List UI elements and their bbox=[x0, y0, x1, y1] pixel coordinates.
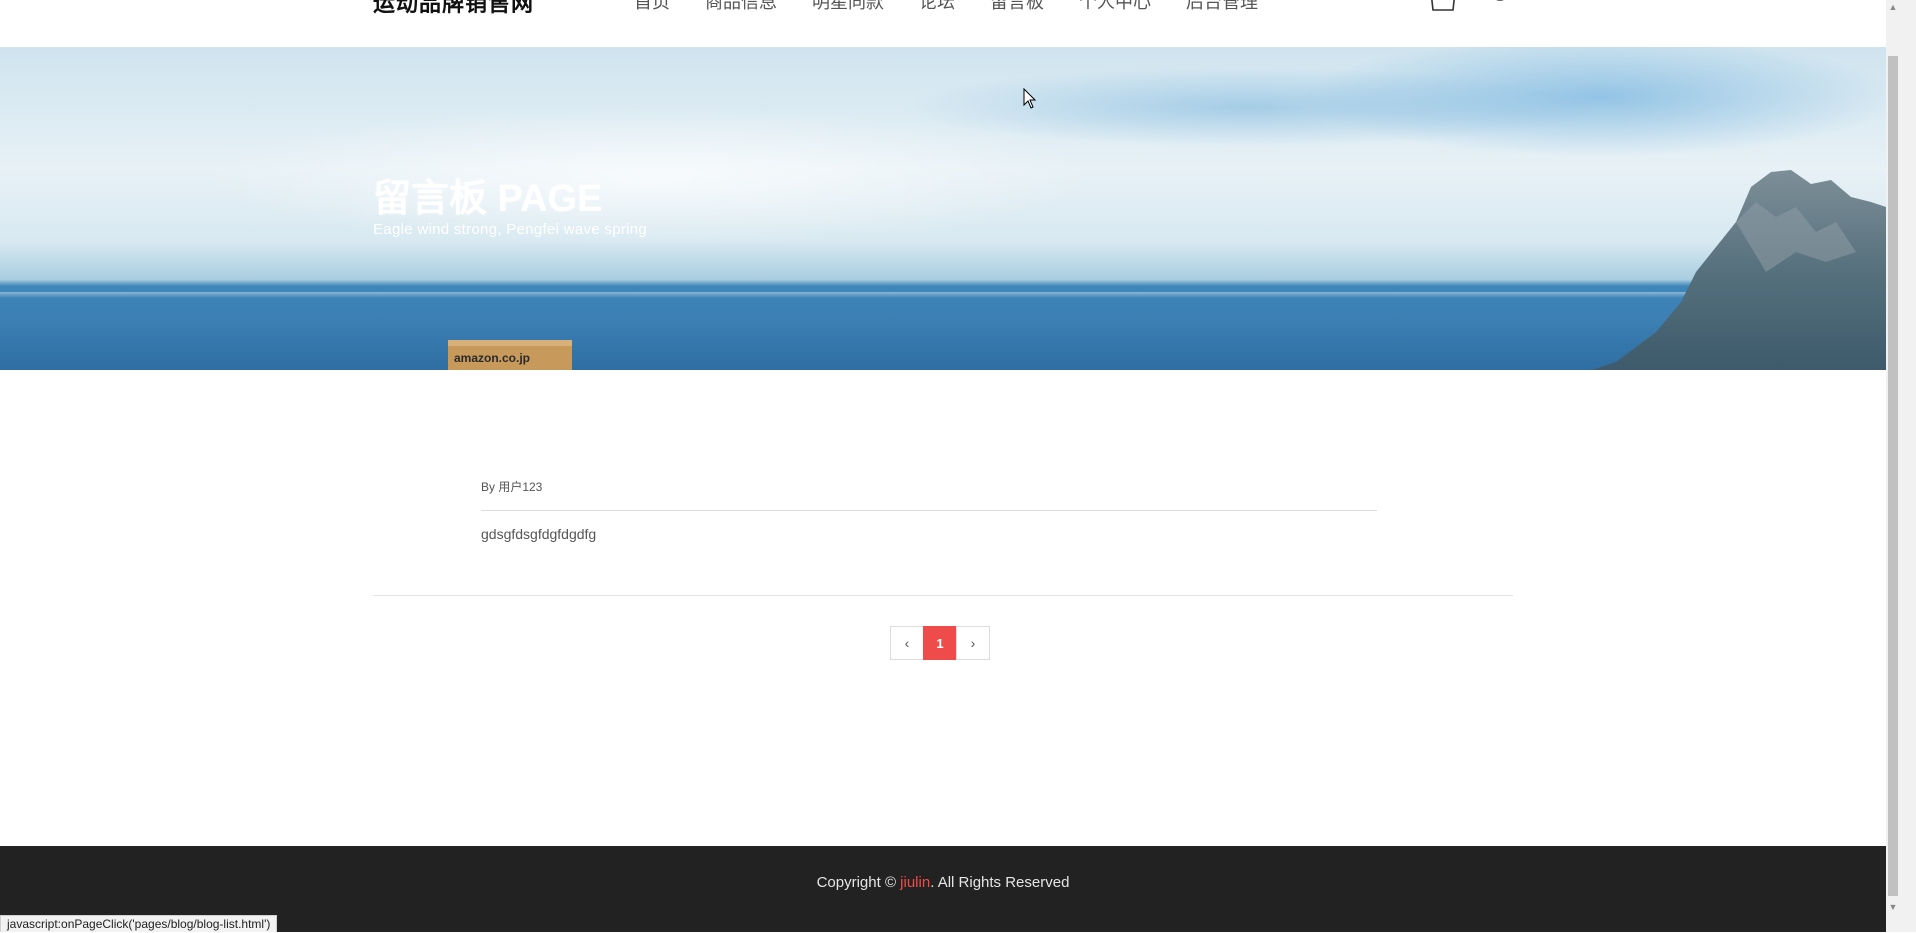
section-divider bbox=[373, 595, 1513, 596]
post-author: By 用户123 bbox=[481, 480, 543, 494]
post-divider bbox=[481, 510, 1377, 511]
main-nav: 首页 商品信息 明星同款 论坛 留言板 个人中心 后台管理 bbox=[634, 0, 1293, 14]
user-icon[interactable] bbox=[1490, 0, 1510, 13]
hero-banner: amazon.co.jp 留言板 PAGE Eagle wind strong,… bbox=[0, 47, 1886, 370]
nav-item-message-board[interactable]: 留言板 bbox=[990, 0, 1044, 14]
nav-item-products[interactable]: 商品信息 bbox=[705, 0, 777, 14]
copyright-brand-link[interactable]: jiulin bbox=[900, 874, 930, 891]
pagination: ‹ 1 › bbox=[890, 626, 990, 660]
nav-item-admin[interactable]: 后台管理 bbox=[1186, 0, 1258, 14]
site-header: 运动品牌销售网 首页 商品信息 明星同款 论坛 留言板 个人中心 后台管理 bbox=[0, 0, 1886, 47]
scroll-down-arrow-icon[interactable]: ▼ bbox=[1888, 902, 1898, 912]
site-logo[interactable]: 运动品牌销售网 bbox=[373, 0, 534, 18]
hero-mountain-image bbox=[1592, 170, 1886, 370]
page-title: 留言板 PAGE bbox=[373, 178, 603, 220]
nav-item-personal-center[interactable]: 个人中心 bbox=[1079, 0, 1151, 14]
browser-status-bar: javascript:onPageClick('pages/blog/blog-… bbox=[0, 915, 278, 932]
copyright-text: Copyright © jiulin. All Rights Reserved bbox=[0, 874, 1886, 891]
pagination-page-1[interactable]: 1 bbox=[923, 626, 957, 660]
cart-icon[interactable] bbox=[1428, 0, 1458, 17]
pagination-prev-button[interactable]: ‹ bbox=[890, 626, 924, 660]
post-content: gdsgfdsgfdgfdgdfg bbox=[481, 526, 597, 542]
page-scrollbar[interactable]: ▲ ▼ bbox=[1886, 0, 1916, 932]
nav-item-home[interactable]: 首页 bbox=[634, 0, 670, 14]
scroll-up-arrow-icon[interactable]: ▲ bbox=[1888, 2, 1898, 12]
copyright-suffix: . All Rights Reserved bbox=[930, 874, 1070, 891]
nav-item-celebrity-style[interactable]: 明星同款 bbox=[812, 0, 884, 14]
mouse-cursor-icon bbox=[1023, 88, 1037, 109]
amazon-box-image: amazon.co.jp bbox=[448, 340, 572, 370]
message-post: By 用户123 gdsgfdsgfdgfdgdfg bbox=[481, 478, 1377, 542]
amazon-box-label: amazon.co.jp bbox=[454, 351, 530, 365]
copyright-prefix: Copyright © bbox=[816, 874, 901, 891]
pagination-next-button[interactable]: › bbox=[956, 626, 990, 660]
page-subtitle: Eagle wind strong, Pengfei wave spring bbox=[373, 221, 648, 238]
nav-item-forum[interactable]: 论坛 bbox=[919, 0, 955, 14]
site-footer: Copyright © jiulin. All Rights Reserved bbox=[0, 846, 1886, 932]
scrollbar-thumb[interactable] bbox=[1888, 56, 1898, 896]
